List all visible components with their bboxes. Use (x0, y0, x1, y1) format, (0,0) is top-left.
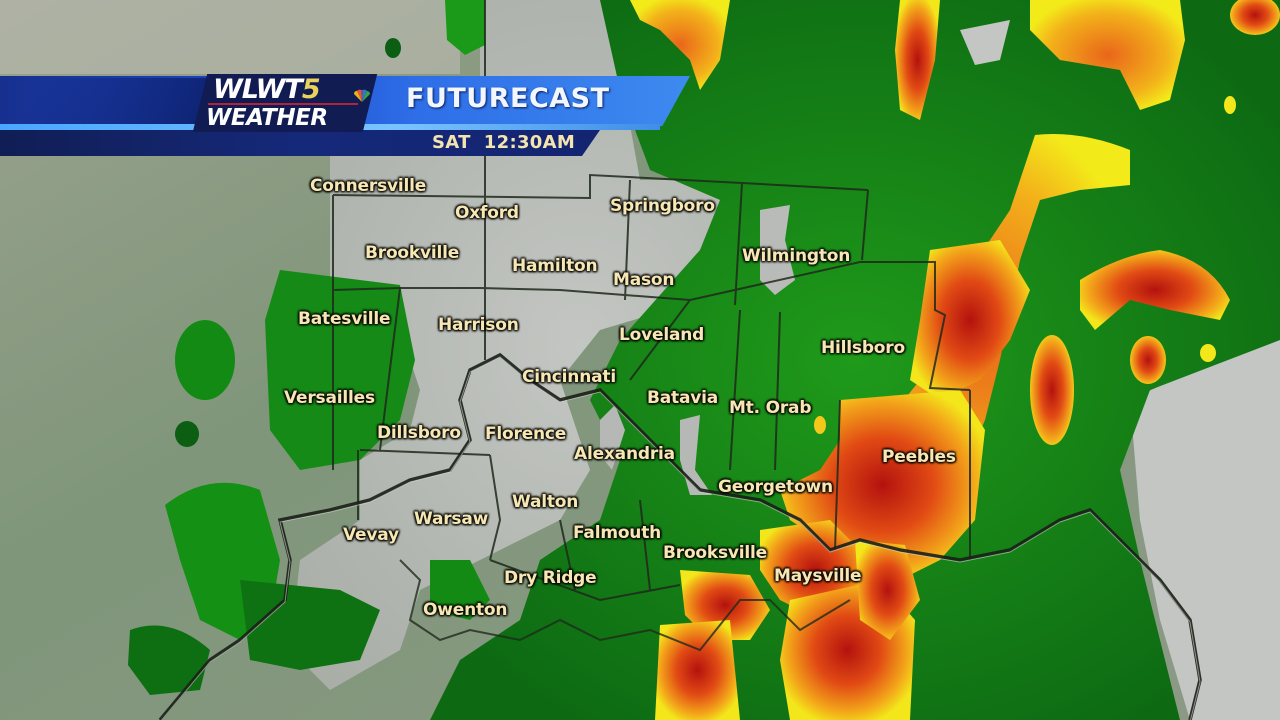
terrain-top-haze (0, 0, 460, 74)
city-label: Maysville (774, 566, 862, 586)
station-logo: WLWT5 (213, 74, 321, 105)
radar-storm-cell-east-3 (1200, 344, 1216, 362)
city-label: Harrison (438, 315, 519, 335)
city-label: Vevay (343, 525, 399, 545)
city-label: Brooksville (663, 543, 768, 563)
radar-green-cell-2 (175, 421, 199, 447)
city-label: Owenton (423, 600, 508, 620)
product-title: FUTURECAST (406, 83, 610, 114)
banner-dark-accent (21, 78, 219, 124)
city-label: Georgetown (718, 477, 833, 497)
city-label: Hillsboro (821, 338, 905, 358)
city-label: Dry Ridge (504, 568, 597, 588)
station-channel-number: 5 (301, 74, 321, 105)
city-label: Oxford (455, 203, 519, 223)
nbc-peacock-icon (353, 89, 370, 102)
city-label: Dillsboro (377, 423, 461, 443)
city-label: Walton (512, 492, 579, 512)
radar-storm-cell-east-2 (1030, 335, 1074, 445)
city-label: Cincinnati (522, 367, 616, 387)
city-label: Falmouth (573, 523, 662, 543)
city-label: Brookville (365, 243, 460, 263)
city-label: Springboro (610, 196, 715, 216)
city-label: Alexandria (574, 444, 675, 464)
futurecast-banner: WLWT5 WEATHER FUTURECAST SAT 12:30AM (0, 74, 700, 158)
city-label: Wilmington (742, 246, 851, 266)
city-label: Peebles (882, 447, 956, 467)
radar-green-cell-1 (175, 320, 235, 400)
city-label: Warsaw (414, 509, 489, 529)
city-label: Mason (613, 270, 675, 290)
city-label: Batavia (647, 388, 719, 408)
station-logo-weather: WEATHER (206, 105, 328, 131)
city-label: Loveland (619, 325, 705, 345)
city-label: Versailles (284, 388, 375, 408)
radar-storm-cell-small (814, 416, 826, 434)
radar-storm-cell-east (1130, 336, 1166, 384)
station-call-letters: WLWT (213, 74, 303, 105)
radar-green-cell-3 (385, 38, 401, 58)
city-label: Hamilton (512, 256, 598, 276)
radar-storm-cell-east-4 (1224, 96, 1236, 114)
forecast-time: SAT 12:30AM (432, 132, 576, 153)
city-label: Batesville (298, 309, 391, 329)
city-label: Mt. Orab (729, 398, 812, 418)
radar-storm-south-2 (655, 620, 740, 720)
city-label: Florence (485, 424, 567, 444)
city-label: Connersville (310, 176, 427, 196)
